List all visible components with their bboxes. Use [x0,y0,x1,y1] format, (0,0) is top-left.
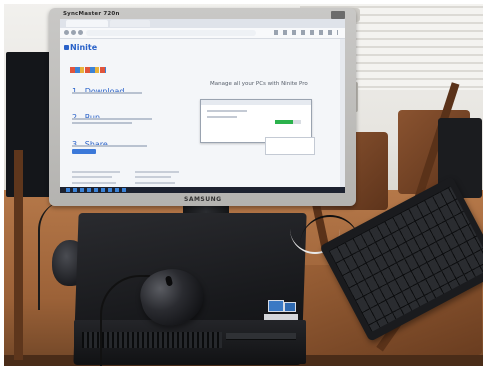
photo-scene: SyncMaster 720n SAMSUNG Ninite 1. Downlo… [0,0,487,370]
taskbar-icons[interactable] [66,188,126,192]
monitor: SyncMaster 720n SAMSUNG Ninite 1. Downlo… [49,8,356,206]
address-bar[interactable] [86,30,256,36]
text-line [72,182,116,184]
install-progress-bar [275,120,301,124]
text-line [135,171,179,173]
bezel-brand-label: SAMSUNG [184,196,222,203]
case-sticker [264,314,298,320]
browser-toolbar [60,28,345,39]
browser-toolbar-icons[interactable] [274,30,338,35]
bezel-model-label: SyncMaster 720n [63,11,120,17]
step-text [72,122,132,124]
step-text [72,145,147,147]
intel-sticker-icon [284,302,296,312]
installer-text [207,110,247,112]
text-line [135,182,175,184]
optical-drive-bay[interactable] [226,333,296,340]
chair-leg [14,150,23,360]
scrollbar[interactable] [340,39,345,193]
text-line [135,176,171,178]
reload-icon[interactable] [78,30,83,35]
promo-headline: Manage all your PCs with Ninite Pro [210,81,308,87]
installer-text [207,116,237,118]
text-line [72,171,120,173]
install-progress-fill [275,120,294,124]
step-download: 1. Download [72,79,125,98]
browser-tab[interactable] [66,20,108,27]
installer-titlebar [201,100,311,105]
browser-tab[interactable] [110,20,150,27]
ninite-logo-icon [64,45,69,50]
back-icon[interactable] [64,30,69,35]
monitor-screen[interactable]: Ninite 1. Download 2. Run 3. Share Manag… [60,19,345,193]
browser-tab-bar [60,19,345,28]
bezel-badge-icon [331,11,345,19]
forward-icon[interactable] [71,30,76,35]
step-text [72,92,142,94]
share-button[interactable] [72,149,96,154]
site-logo[interactable]: Ninite [70,43,97,52]
windows-sticker-icon [268,300,284,312]
taskbar [60,187,345,193]
step-text [72,118,152,120]
app-icons [70,67,106,73]
text-line [72,176,112,178]
mini-window [265,137,315,155]
